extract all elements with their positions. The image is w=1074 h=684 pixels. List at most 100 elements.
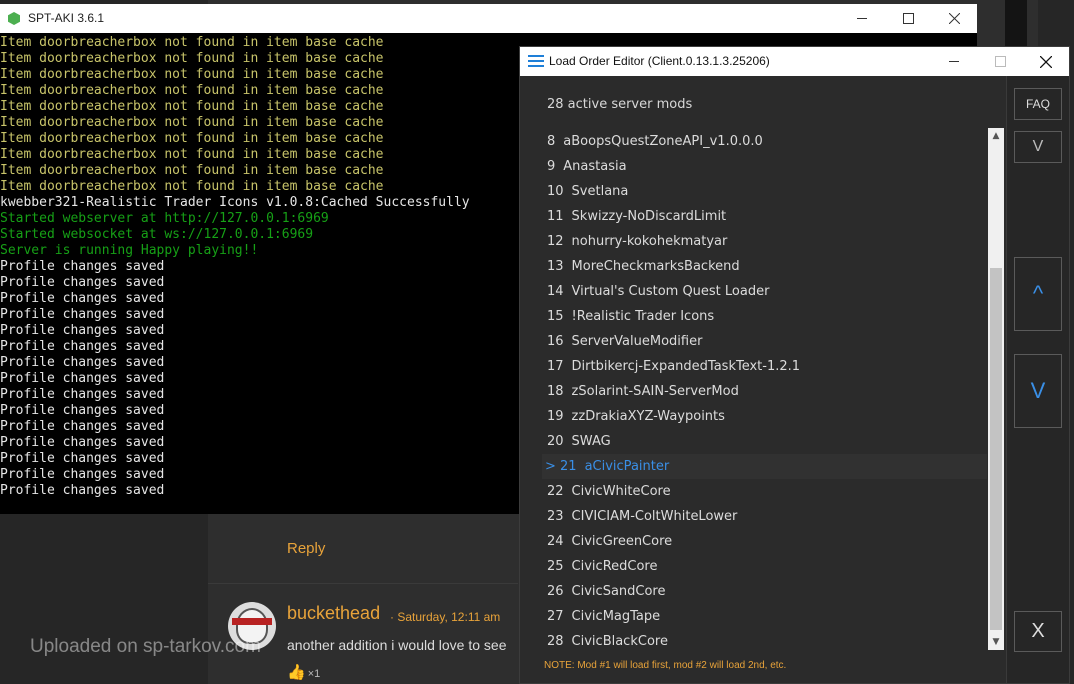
minimize-button[interactable] — [839, 4, 885, 33]
mod-name: Virtual's Custom Quest Loader — [571, 284, 770, 299]
mod-name: Skwizzy-NoDiscardLimit — [571, 209, 727, 224]
load-order-editor-window: Load Order Editor (Client.0.13.1.3.25206… — [519, 46, 1070, 684]
move-down-button[interactable]: V — [1014, 354, 1062, 428]
editor-exit-button[interactable]: X — [1014, 611, 1062, 652]
mod-item[interactable]: 24 CivicGreenCore — [542, 529, 987, 554]
mod-name: nohurry-kokohekmatyar — [571, 234, 728, 249]
mod-number: 11 — [547, 209, 564, 224]
mod-name: CIVICIAM-ColtWhiteLower — [571, 509, 738, 524]
mod-item[interactable]: 28 CivicBlackCore — [542, 629, 987, 651]
reaction-row[interactable]: 👍 ×1 — [287, 663, 320, 681]
mod-item[interactable]: 16 ServerValueModifier — [542, 329, 987, 354]
mod-list[interactable]: 8 aBoopsQuestZoneAPI_v1.0.0.0 9 Anastasia 10… — [542, 129, 987, 651]
mod-name: Svetlana — [571, 184, 629, 199]
mod-name: ServerValueModifier — [571, 334, 703, 349]
scroll-down-arrow-icon[interactable]: ▼ — [988, 634, 1004, 650]
mod-number: 19 — [547, 409, 564, 424]
mod-item[interactable]: 10 Svetlana — [542, 179, 987, 204]
post-author-link[interactable]: buckethead — [287, 603, 380, 624]
maximize-icon — [994, 56, 1006, 67]
minimize-icon — [948, 61, 959, 62]
editor-minimize-button[interactable] — [931, 47, 977, 76]
editor-close-button[interactable] — [1023, 47, 1069, 76]
mod-number: 8 — [547, 134, 556, 149]
mod-list-scrollbar[interactable]: ▲ ▼ — [988, 128, 1004, 650]
mod-name: Dirtbikercj-ExpandedTaskText-1.2.1 — [571, 359, 801, 374]
mod-number: > 21 — [545, 459, 577, 474]
mod-item[interactable]: 15 !Realistic Trader Icons — [542, 304, 987, 329]
mod-number: 28 — [547, 634, 564, 649]
mod-number: 10 — [547, 184, 564, 199]
editor-side-panel: FAQ V ^ V X — [1006, 76, 1069, 683]
mod-number: 27 — [547, 609, 564, 624]
mod-item[interactable]: 27 CivicMagTape — [542, 604, 987, 629]
mod-name: !Realistic Trader Icons — [571, 309, 715, 324]
mod-name: SWAG — [571, 434, 611, 449]
mod-number: 23 — [547, 509, 564, 524]
editor-maximize-button[interactable] — [977, 47, 1023, 76]
mod-name: CivicRedCore — [571, 559, 658, 574]
close-icon — [1040, 55, 1052, 68]
active-mods-count: 28 active server mods — [547, 97, 693, 112]
post-date[interactable]: · Saturday, 12:11 am — [390, 610, 500, 624]
faq-button[interactable]: FAQ — [1014, 88, 1062, 120]
mod-number: 9 — [547, 159, 556, 174]
mod-item[interactable]: 12 nohurry-kokohekmatyar — [542, 229, 987, 254]
mod-name: aBoopsQuestZoneAPI_v1.0.0.0 — [563, 134, 763, 149]
menu-icon[interactable] — [528, 55, 544, 67]
console-titlebar[interactable]: SPT-AKI 3.6.1 — [0, 4, 977, 33]
mod-name: Anastasia — [563, 159, 627, 174]
mod-item[interactable]: 8 aBoopsQuestZoneAPI_v1.0.0.0 — [542, 129, 987, 154]
reply-link[interactable]: Reply — [287, 540, 325, 557]
mod-item[interactable]: 9 Anastasia — [542, 154, 987, 179]
thumbs-up-icon: 👍 — [287, 664, 306, 681]
move-to-bottom-button[interactable]: V — [1014, 131, 1062, 163]
mod-number: 25 — [547, 559, 564, 574]
mod-name: aCivicPainter — [584, 459, 670, 474]
scrollbar-thumb[interactable] — [990, 268, 1002, 630]
mod-number: 16 — [547, 334, 564, 349]
mod-name: MoreCheckmarksBackend — [571, 259, 740, 274]
mod-number: 14 — [547, 284, 564, 299]
close-button[interactable] — [931, 4, 977, 33]
move-up-button[interactable]: ^ — [1014, 257, 1062, 331]
mod-item-selected[interactable]: > 21 aCivicPainter — [542, 454, 987, 479]
mod-item[interactable]: 19 zzDrakiaXYZ-Waypoints — [542, 404, 987, 429]
mod-name: CivicBlackCore — [571, 634, 668, 649]
mod-item[interactable]: 20 SWAG — [542, 429, 987, 454]
close-icon — [948, 13, 960, 24]
mod-item[interactable]: 22 CivicWhiteCore — [542, 479, 987, 504]
avatar-headband — [232, 618, 272, 625]
node-app-icon — [8, 12, 20, 25]
editor-title: Load Order Editor (Client.0.13.1.3.25206… — [549, 54, 770, 68]
scroll-up-arrow-icon[interactable]: ▲ — [988, 128, 1004, 144]
mod-name: zzDrakiaXYZ-Waypoints — [571, 409, 725, 424]
mod-item[interactable]: 23 CIVICIAM-ColtWhiteLower — [542, 504, 987, 529]
mod-number: 17 — [547, 359, 564, 374]
mod-item[interactable]: 18 zSolarint-SAIN-ServerMod — [542, 379, 987, 404]
mod-item[interactable]: 26 CivicSandCore — [542, 579, 987, 604]
mod-item[interactable]: 13 MoreCheckmarksBackend — [542, 254, 987, 279]
watermark: Uploaded on sp-tarkov.com — [30, 636, 261, 657]
mod-name: CivicGreenCore — [571, 534, 673, 549]
post-text: another addition i would love to see — [287, 637, 507, 653]
mod-number: 18 — [547, 384, 564, 399]
mod-item[interactable]: 14 Virtual's Custom Quest Loader — [542, 279, 987, 304]
mod-number: 15 — [547, 309, 564, 324]
forum-divider — [208, 583, 518, 584]
mod-number: 20 — [547, 434, 564, 449]
mod-item[interactable]: 11 Skwizzy-NoDiscardLimit — [542, 204, 987, 229]
minimize-icon — [856, 18, 867, 19]
mod-number: 12 — [547, 234, 564, 249]
editor-titlebar[interactable]: Load Order Editor (Client.0.13.1.3.25206… — [520, 47, 1069, 76]
mod-name: zSolarint-SAIN-ServerMod — [571, 384, 739, 399]
mod-number: 24 — [547, 534, 564, 549]
mod-name: CivicWhiteCore — [571, 484, 671, 499]
editor-body: 28 active server mods 8 aBoopsQuestZoneAP… — [520, 76, 1069, 683]
mod-item[interactable]: 25 CivicRedCore — [542, 554, 987, 579]
mod-number: 22 — [547, 484, 564, 499]
mod-number: 13 — [547, 259, 564, 274]
mod-item[interactable]: 17 Dirtbikercj-ExpandedTaskText-1.2.1 — [542, 354, 987, 379]
maximize-button[interactable] — [885, 4, 931, 33]
reaction-count: ×1 — [307, 668, 321, 680]
